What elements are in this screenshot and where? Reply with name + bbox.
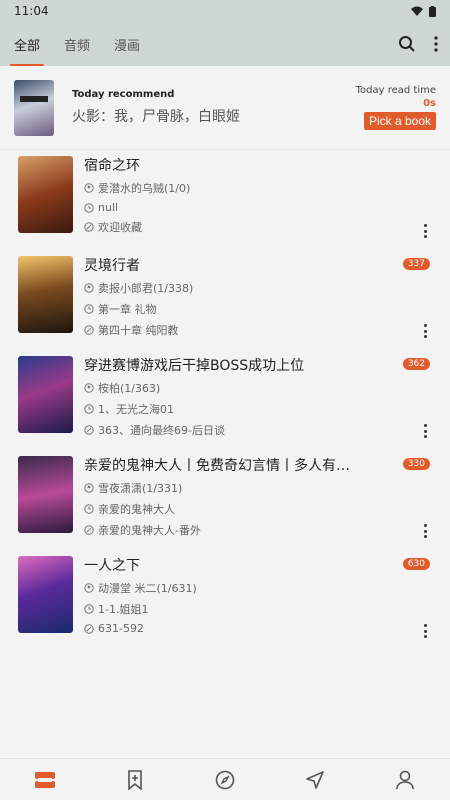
book-author: 爱潜水的乌贼(1/0) — [98, 182, 191, 195]
bottom-navigation — [0, 758, 450, 800]
unread-count-badge: 630 — [402, 558, 430, 570]
book-latest-chapter: 363、通向最终69-后日谈 — [98, 424, 225, 437]
bookshelf-icon — [35, 771, 55, 788]
today-recommend-card[interactable]: Today recommend 火影：我，尸骨脉，白眼姬 Today read … — [0, 66, 450, 150]
bookmark-add-icon — [128, 769, 142, 790]
book-last-read: 第一章 礼物 — [98, 303, 157, 316]
nav-discover[interactable] — [295, 760, 335, 800]
clock-icon — [84, 504, 94, 514]
read-time-label: Today read time — [355, 85, 436, 96]
search-icon[interactable] — [398, 35, 416, 53]
book-more-icon[interactable] — [424, 224, 428, 238]
unread-count-badge: 330 — [402, 458, 430, 470]
read-time-value: 0s — [423, 98, 436, 109]
top-app-bar: 全部 音频 漫画 — [0, 22, 450, 66]
latest-chapter-icon — [84, 325, 94, 335]
wifi-icon — [411, 6, 423, 16]
book-item[interactable]: 一人之下 动漫堂 米二(1/631) 1-1.姐姐1 631-592 630 — [0, 552, 450, 652]
clock-icon — [84, 202, 94, 213]
book-cover-image[interactable] — [18, 456, 73, 533]
status-time: 11:04 — [14, 4, 49, 18]
book-cover-image[interactable] — [18, 556, 73, 633]
unread-count-badge: 362 — [402, 358, 430, 370]
book-title: 穿进赛博游戏后干掉BOSS成功上位 — [84, 358, 305, 374]
battery-icon — [429, 5, 436, 17]
nav-profile[interactable] — [385, 760, 425, 800]
latest-chapter-icon — [84, 525, 94, 535]
nav-bookshelf[interactable] — [25, 760, 65, 800]
status-bar: 11:04 — [0, 0, 450, 22]
recommend-title[interactable]: 火影：我，尸骨脉，白眼姬 — [72, 106, 356, 126]
book-author: 桉柏(1/363) — [98, 382, 161, 395]
book-item[interactable]: 亲爱的鬼神大人丨免费奇幻言情丨多人有声剧 雪夜潇潇(1/331) 亲爱的鬼神大人… — [0, 452, 450, 552]
book-latest-chapter: 第四十章 纯阳教 — [98, 324, 179, 337]
nav-bookmark[interactable] — [115, 760, 155, 800]
book-title: 一人之下 — [84, 558, 140, 574]
author-icon — [84, 383, 94, 393]
book-more-icon[interactable] — [424, 624, 428, 638]
tab-all[interactable]: 全部 — [9, 22, 45, 66]
latest-chapter-icon — [84, 623, 94, 634]
book-title: 宿命之环 — [84, 158, 140, 174]
author-icon — [84, 183, 94, 193]
book-cover-image[interactable] — [18, 156, 73, 233]
author-icon — [84, 483, 94, 493]
book-title: 灵境行者 — [84, 258, 140, 274]
clock-icon — [84, 404, 94, 414]
book-more-icon[interactable] — [424, 424, 428, 438]
tab-audio[interactable]: 音频 — [62, 22, 92, 66]
latest-chapter-icon — [84, 425, 94, 435]
book-latest-chapter: 631-592 — [98, 622, 144, 635]
book-author: 卖报小郎君(1/338) — [98, 282, 194, 295]
book-author: 雪夜潇潇(1/331) — [98, 482, 183, 495]
latest-chapter-icon — [84, 222, 94, 232]
book-title: 亲爱的鬼神大人丨免费奇幻言情丨多人有声剧 — [84, 458, 354, 474]
author-icon — [84, 583, 94, 593]
book-cover-image[interactable] — [18, 256, 73, 333]
user-icon — [396, 770, 414, 789]
unread-count-badge: 337 — [402, 258, 430, 270]
more-options-icon[interactable] — [434, 36, 438, 52]
recommend-cover-image[interactable] — [14, 79, 54, 136]
book-last-read: 1、无光之海01 — [98, 403, 174, 416]
navigation-arrow-icon — [306, 770, 324, 789]
book-item[interactable]: 灵境行者 卖报小郎君(1/338) 第一章 礼物 第四十章 纯阳教 337 — [0, 252, 450, 352]
author-icon — [84, 283, 94, 293]
book-latest-chapter: 欢迎收藏 — [98, 221, 142, 234]
book-last-read: 亲爱的鬼神大人 — [98, 503, 175, 516]
bookshelf-list: 宿命之环 爱潜水的乌贼(1/0) null 欢迎收藏 灵境行者 卖报小郎君(1/… — [0, 150, 450, 652]
compass-icon — [215, 770, 235, 789]
book-item[interactable]: 穿进赛博游戏后干掉BOSS成功上位 桉柏(1/363) 1、无光之海01 363… — [0, 352, 450, 452]
book-latest-chapter: 亲爱的鬼神大人-番外 — [98, 524, 201, 537]
book-last-read: null — [98, 201, 119, 214]
book-last-read: 1-1.姐姐1 — [98, 603, 149, 616]
book-item[interactable]: 宿命之环 爱潜水的乌贼(1/0) null 欢迎收藏 — [0, 152, 450, 252]
book-cover-image[interactable] — [18, 356, 73, 433]
nav-explore[interactable] — [205, 760, 245, 800]
recommend-label: Today recommend — [72, 89, 175, 100]
tab-comic[interactable]: 漫画 — [112, 22, 142, 66]
book-author: 动漫堂 米二(1/631) — [98, 582, 197, 595]
clock-icon — [84, 604, 94, 614]
book-more-icon[interactable] — [424, 524, 428, 538]
clock-icon — [84, 304, 94, 314]
book-more-icon[interactable] — [424, 324, 428, 338]
pick-a-book-button[interactable]: Pick a book — [363, 112, 436, 130]
category-tabs: 全部 音频 漫画 — [9, 22, 142, 66]
